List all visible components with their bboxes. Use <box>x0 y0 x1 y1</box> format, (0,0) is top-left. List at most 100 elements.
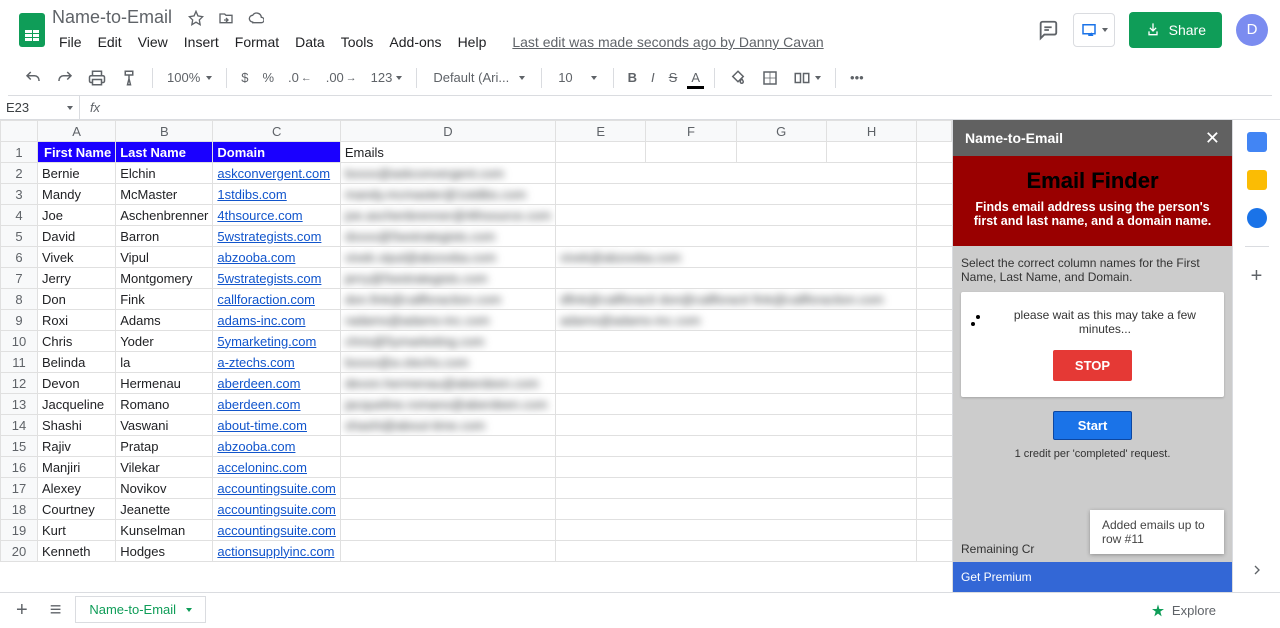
cell[interactable]: 5wstrategists.com <box>213 268 341 289</box>
cell[interactable]: Devon <box>38 373 116 394</box>
row-header[interactable]: 5 <box>1 226 38 247</box>
cell[interactable]: Alexey <box>38 478 116 499</box>
star-icon[interactable] <box>188 10 204 26</box>
cell[interactable]: Pratap <box>116 436 213 457</box>
decrease-decimal[interactable]: .0← <box>284 68 316 87</box>
col-header-G[interactable]: G <box>736 121 826 142</box>
merge-cells-icon[interactable] <box>789 67 825 89</box>
tasks-icon[interactable] <box>1247 208 1267 228</box>
font-family-select[interactable]: Default (Ari... <box>427 68 531 87</box>
cell[interactable] <box>556 499 917 520</box>
cell[interactable]: Jacqueline <box>38 394 116 415</box>
cell[interactable] <box>556 373 917 394</box>
row-header[interactable]: 16 <box>1 457 38 478</box>
cell[interactable] <box>556 352 917 373</box>
cell[interactable] <box>340 541 555 562</box>
cell[interactable]: Emails <box>340 142 555 163</box>
cell[interactable]: Roxi <box>38 310 116 331</box>
cell[interactable]: callforaction.com <box>213 289 341 310</box>
cell[interactable]: Shashi <box>38 415 116 436</box>
cell[interactable]: aberdeen.com <box>213 394 341 415</box>
menu-data[interactable]: Data <box>288 32 332 52</box>
paint-format-icon[interactable] <box>116 67 142 89</box>
cell[interactable]: abzooba.com <box>213 247 341 268</box>
cell[interactable] <box>340 478 555 499</box>
format-percent[interactable]: % <box>258 68 278 87</box>
cell[interactable] <box>556 226 917 247</box>
row-header[interactable]: 3 <box>1 184 38 205</box>
row-header[interactable]: 13 <box>1 394 38 415</box>
row-header[interactable]: 18 <box>1 499 38 520</box>
cell[interactable] <box>556 268 917 289</box>
sheets-logo[interactable] <box>12 10 52 50</box>
redo-icon[interactable] <box>52 67 78 89</box>
select-all-corner[interactable] <box>1 121 38 142</box>
cell[interactable] <box>556 394 917 415</box>
cell[interactable]: Chris <box>38 331 116 352</box>
cell[interactable]: Kunselman <box>116 520 213 541</box>
cell[interactable]: Vilekar <box>116 457 213 478</box>
cell[interactable]: Domain <box>213 142 341 163</box>
cell[interactable]: Barron <box>116 226 213 247</box>
cell[interactable]: jacqueline.romano@aberdeen.com <box>340 394 555 415</box>
cell[interactable] <box>556 331 917 352</box>
start-button[interactable]: Start <box>1053 411 1133 440</box>
cell[interactable]: la <box>116 352 213 373</box>
all-sheets-icon[interactable]: ≡ <box>42 599 70 622</box>
cell[interactable]: 1stdibs.com <box>213 184 341 205</box>
cell[interactable]: acceloninc.com <box>213 457 341 478</box>
cell[interactable]: about-time.com <box>213 415 341 436</box>
present-button[interactable] <box>1073 13 1115 47</box>
document-title[interactable]: Name-to-Email <box>52 7 172 28</box>
cell[interactable] <box>340 436 555 457</box>
cell[interactable]: 5wstrategists.com <box>213 226 341 247</box>
cell[interactable]: Hermenau <box>116 373 213 394</box>
undo-icon[interactable] <box>20 67 46 89</box>
cell[interactable]: Vaswani <box>116 415 213 436</box>
col-header-E[interactable]: E <box>556 121 646 142</box>
menu-addons[interactable]: Add-ons <box>382 32 448 52</box>
cell[interactable]: radams@adams-inc.com <box>340 310 555 331</box>
cell[interactable]: Joe <box>38 205 116 226</box>
cell[interactable] <box>556 205 917 226</box>
row-header[interactable]: 4 <box>1 205 38 226</box>
cell[interactable]: aberdeen.com <box>213 373 341 394</box>
cell[interactable]: joe.aschenbrenner@4thsource.com <box>340 205 555 226</box>
cell[interactable] <box>556 415 917 436</box>
borders-icon[interactable] <box>757 67 783 89</box>
cell[interactable]: Courtney <box>38 499 116 520</box>
menu-edit[interactable]: Edit <box>91 32 129 52</box>
menu-insert[interactable]: Insert <box>177 32 226 52</box>
cell[interactable]: Kenneth <box>38 541 116 562</box>
cell[interactable] <box>556 541 917 562</box>
move-icon[interactable] <box>218 10 234 26</box>
cell[interactable] <box>556 520 917 541</box>
row-header[interactable]: 1 <box>1 142 38 163</box>
cell[interactable]: jerry@5wstrategists.com <box>340 268 555 289</box>
comments-icon[interactable] <box>1037 19 1059 41</box>
fill-color-icon[interactable] <box>725 67 751 89</box>
cell[interactable]: Mandy <box>38 184 116 205</box>
cell[interactable]: Vipul <box>116 247 213 268</box>
last-edit-link[interactable]: Last edit was made seconds ago by Danny … <box>505 32 830 52</box>
strikethrough-icon[interactable]: S <box>665 68 682 87</box>
calendar-icon[interactable] <box>1247 132 1267 152</box>
row-header[interactable]: 6 <box>1 247 38 268</box>
italic-icon[interactable]: I <box>647 68 659 87</box>
row-header[interactable]: 11 <box>1 352 38 373</box>
cell[interactable] <box>556 457 917 478</box>
cell[interactable]: dfink@callforacti don@callforacti fink@c… <box>556 289 917 310</box>
row-header[interactable]: 20 <box>1 541 38 562</box>
cloud-status-icon[interactable] <box>248 10 264 26</box>
print-icon[interactable] <box>84 67 110 89</box>
cell[interactable]: Don <box>38 289 116 310</box>
cell[interactable]: Vivek <box>38 247 116 268</box>
cell[interactable]: don.fink@callforaction.com <box>340 289 555 310</box>
row-header[interactable]: 17 <box>1 478 38 499</box>
cell[interactable]: shashi@about-time.com <box>340 415 555 436</box>
cell[interactable]: Elchin <box>116 163 213 184</box>
cell[interactable]: 5ymarketing.com <box>213 331 341 352</box>
cell[interactable]: David <box>38 226 116 247</box>
menu-help[interactable]: Help <box>451 32 494 52</box>
row-header[interactable]: 9 <box>1 310 38 331</box>
